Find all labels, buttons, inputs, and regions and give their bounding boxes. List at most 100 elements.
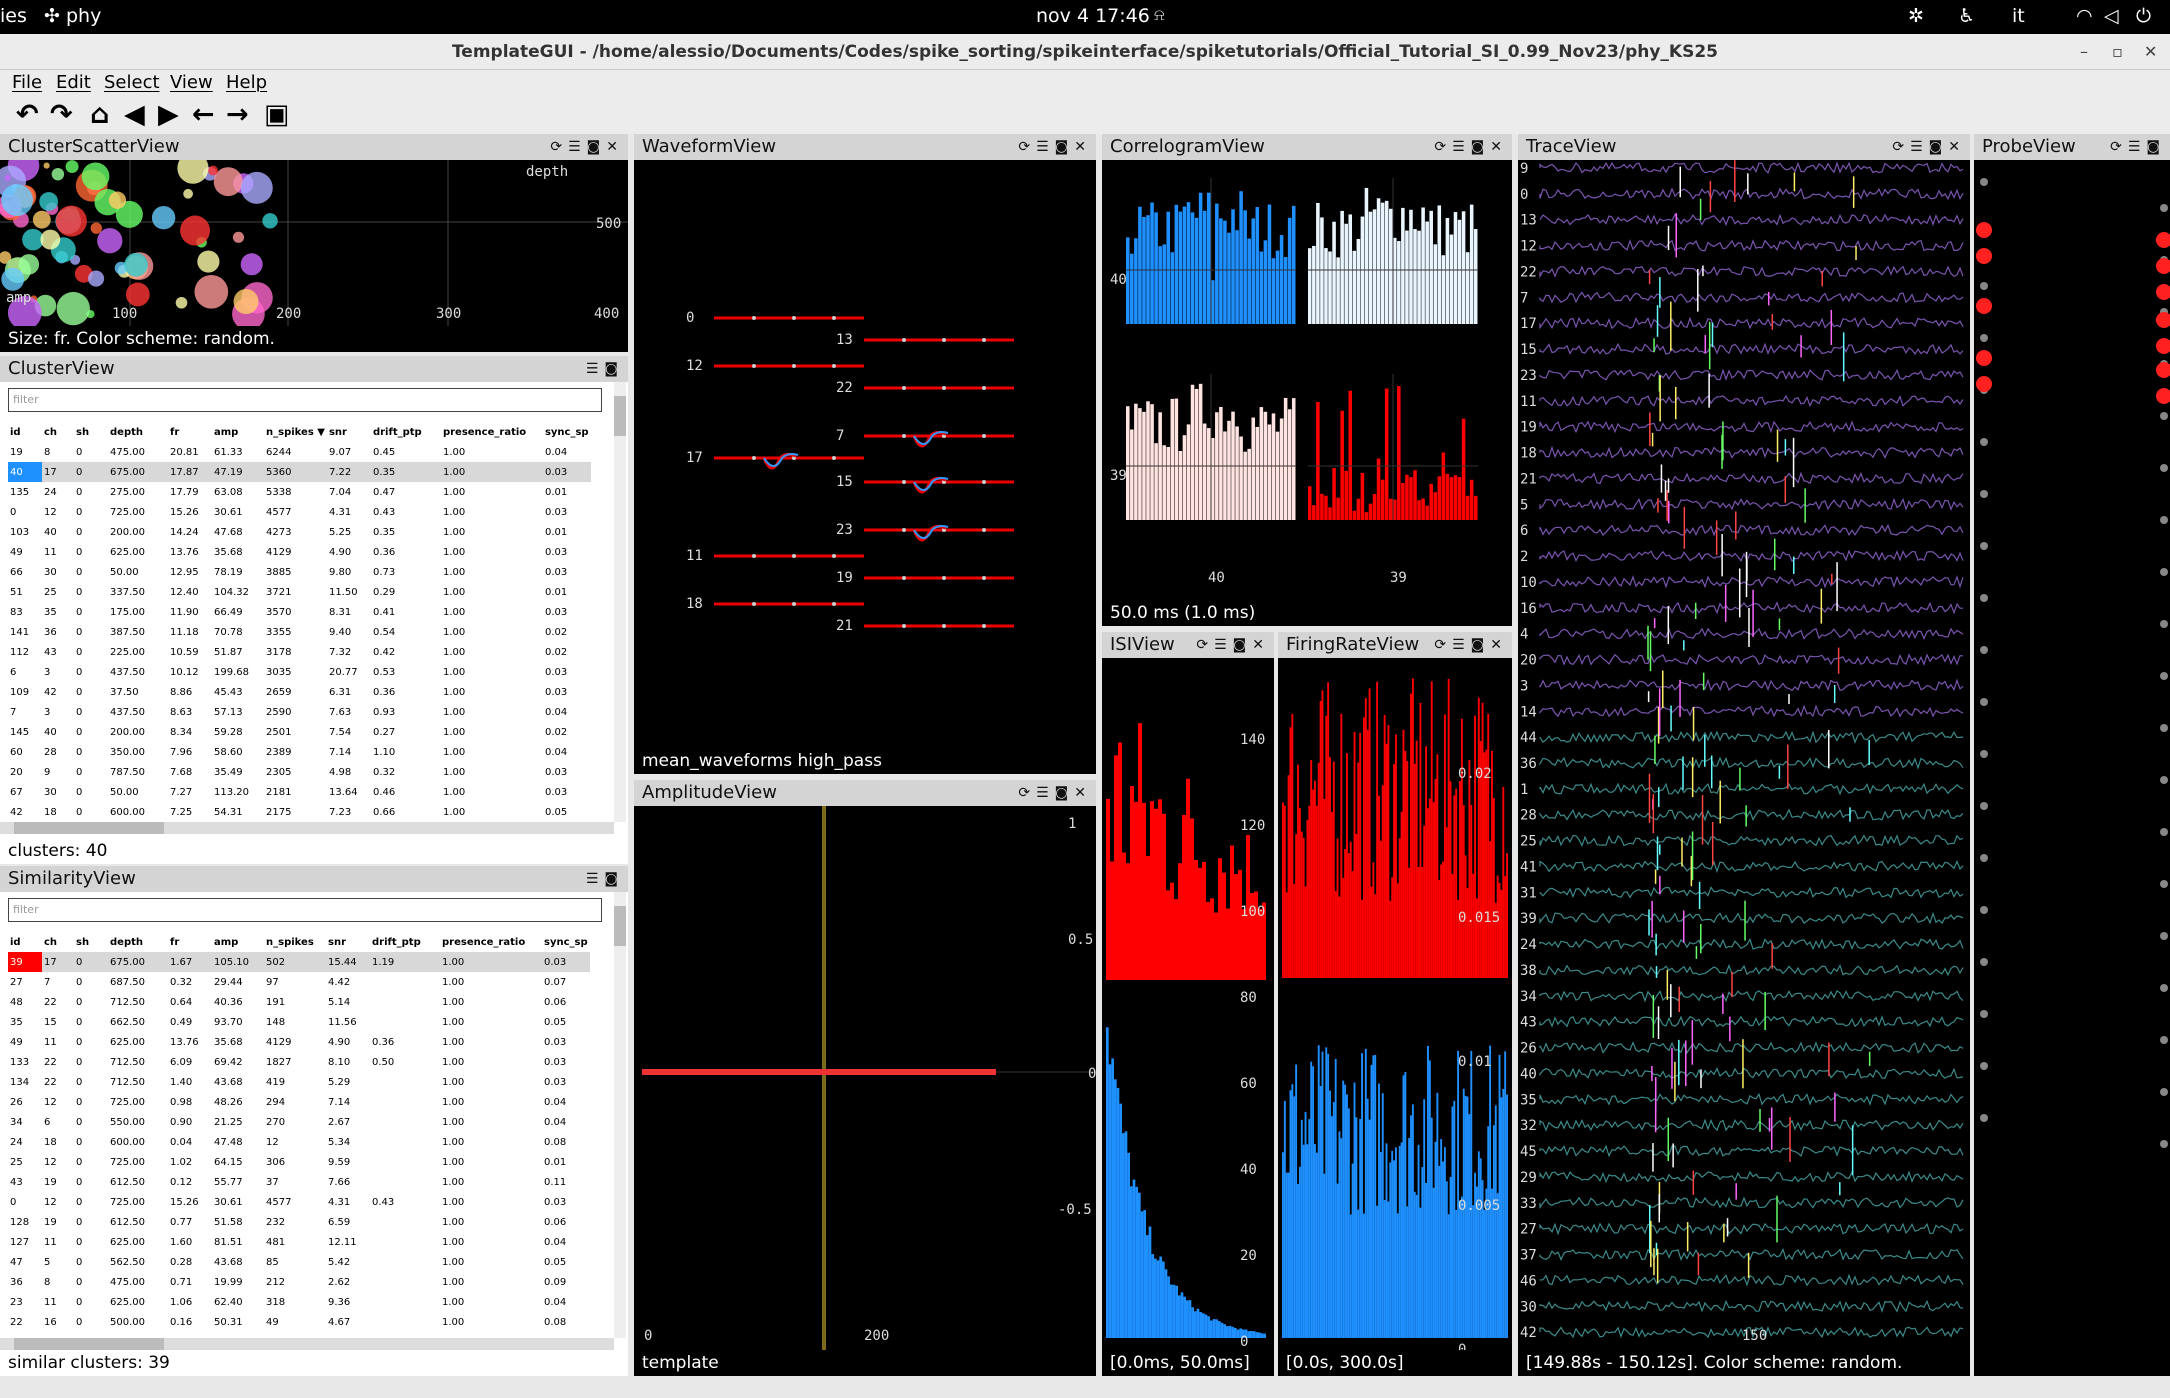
dock-controls[interactable]: ⟳☰◙	[2110, 134, 2166, 160]
column-header[interactable]: drift_ptp	[371, 422, 441, 442]
dock-controls[interactable]: ⟳☰◙✕	[1018, 780, 1092, 806]
dock-controls[interactable]: ☰◙	[586, 356, 624, 382]
scatter-plot[interactable]	[0, 160, 628, 326]
column-header[interactable]: snr	[327, 422, 371, 442]
trace-plot[interactable]: 9013122271715231119182156210164203144436…	[1518, 160, 1970, 1350]
table-row[interactable]: 127 11 0 625.00 1.60 81.51 481 12.11 1.00 0.04	[8, 1232, 590, 1252]
dock-controls[interactable]: ⟳☰◙✕	[550, 134, 624, 160]
table-row[interactable]: 24 18 0 600.00 0.04 47.48 12 5.34 1.00 0.08	[8, 1132, 590, 1152]
wifi-icon[interactable]: ◠	[2076, 5, 2093, 27]
menu-file[interactable]: File	[12, 72, 42, 93]
column-header[interactable]: sh	[74, 422, 108, 442]
column-header[interactable]: id	[8, 932, 42, 952]
column-header[interactable]: amp	[212, 422, 264, 442]
table-row[interactable]: 27 7 0 687.50 0.32 29.44 97 4.42 1.00 0.07	[8, 972, 590, 992]
menu-view[interactable]: View	[170, 72, 213, 93]
power-icon[interactable]: ⏻	[2136, 5, 2151, 27]
table-row[interactable]: 128 19 0 612.50 0.77 51.58 232 6.59 1.00 0.06	[8, 1212, 590, 1232]
amplitude-plot[interactable]	[634, 806, 1096, 1350]
menu-select[interactable]: Select	[104, 72, 160, 93]
accessibility-icon[interactable]: ♿	[1958, 5, 1975, 27]
column-header[interactable]: presence_ratio	[441, 422, 543, 442]
table-row[interactable]: 103 40 0 200.00 14.24 47.68 4273 5.25 0.35 1.00 0.…	[8, 522, 591, 542]
table-row[interactable]: 141 36 0 387.50 11.18 70.78 3355 9.40 0.54 1.00 0.…	[8, 622, 591, 642]
column-header[interactable]: n_spikes ▼	[264, 422, 327, 442]
menu-edit[interactable]: Edit	[56, 72, 91, 93]
home-icon[interactable]: ⌂	[90, 98, 109, 132]
horizontal-scrollbar[interactable]	[0, 1338, 614, 1350]
column-header[interactable]: fr	[168, 422, 212, 442]
table-row[interactable]: 0 12 0 725.00 15.26 30.61 4577 4.31 0.43 1.00 0.03	[8, 502, 591, 522]
table-row[interactable]: 66 30 0 50.00 12.95 78.19 3885 9.80 0.73 1.00 0.03	[8, 562, 591, 582]
column-header[interactable]: ch	[42, 422, 74, 442]
back-circle-icon[interactable]: ◀	[124, 98, 145, 132]
probe-layout[interactable]	[1974, 160, 2170, 1376]
table-row[interactable]: 7 3 0 437.50 8.63 57.13 2590 7.63 0.93 1.00 0.04	[8, 702, 591, 722]
minimize-button[interactable]: –	[2080, 34, 2088, 70]
vertical-scrollbar[interactable]	[614, 382, 626, 822]
table-row[interactable]: 19 8 0 475.00 20.81 61.33 6244 9.07 0.45 1.00 0.04	[8, 442, 591, 462]
column-header[interactable]: id	[8, 422, 42, 442]
dock-controls[interactable]: ⟳☰◙✕	[1434, 134, 1508, 160]
column-header[interactable]: depth	[108, 932, 168, 952]
table-row[interactable]: 34 6 0 550.00 0.90 21.25 270 2.67 1.00 0.04	[8, 1112, 590, 1132]
dock-controls[interactable]: ☰◙	[586, 866, 624, 892]
table-row[interactable]: 49 11 0 625.00 13.76 35.68 4129 4.90 0.36 1.00 0.0…	[8, 542, 591, 562]
table-row[interactable]: 47 5 0 562.50 0.28 43.68 85 5.42 1.00 0.05	[8, 1252, 590, 1272]
column-header[interactable]: presence_ratio	[440, 932, 542, 952]
clock[interactable]: nov 4 17:46	[1036, 5, 1150, 27]
arrow-left-icon[interactable]: ←	[192, 98, 215, 132]
table-row[interactable]: 83 35 0 175.00 11.90 66.49 3570 8.31 0.41 1.00 0.0…	[8, 602, 591, 622]
table-row[interactable]: 112 43 0 225.00 10.59 51.87 3178 7.32 0.42 1.00 0.…	[8, 642, 591, 662]
filter-input[interactable]: filter	[8, 898, 602, 922]
similarity-table[interactable]: id ch sh depth fr amp n_spikes snr drift_ptp pres…	[8, 932, 590, 1332]
table-row[interactable]: 135 24 0 275.00 17.79 63.08 5338 7.04 0.47 1.00 0.…	[8, 482, 591, 502]
table-row[interactable]: 40 17 0 675.00 17.87 47.19 5360 7.22 0.35 1.00 0.0…	[8, 462, 591, 482]
maximize-button[interactable]: ▫	[2112, 34, 2123, 70]
table-row[interactable]: 36 8 0 475.00 0.71 19.99 212 2.62 1.00 0.09	[8, 1272, 590, 1292]
table-row[interactable]: 51 25 0 337.50 12.40 104.32 3721 11.50 0.29 1.00 0…	[8, 582, 591, 602]
table-row[interactable]: 109 42 0 37.50 8.86 45.43 2659 6.31 0.36 1.00 0.03	[8, 682, 591, 702]
table-row[interactable]: 67 30 0 50.00 7.27 113.20 2181 13.64 0.46 1.00 0.0…	[8, 782, 591, 802]
forward-circle-icon[interactable]: ▶	[158, 98, 179, 132]
column-header[interactable]: fr	[168, 932, 212, 952]
bell-icon[interactable]: ⍾	[1154, 5, 1165, 25]
table-row[interactable]: 35 15 0 662.50 0.49 93.70 148 11.56 1.00 0.05	[8, 1012, 590, 1032]
column-header[interactable]: depth	[108, 422, 168, 442]
table-row[interactable]: 25 12 0 725.00 1.02 64.15 306 9.59 1.00 0.01	[8, 1152, 590, 1172]
waveform-plot[interactable]: 0 12 17 11 18 13 22 7 15 23 19 21	[634, 160, 1096, 748]
column-header[interactable]: sync_sp	[542, 932, 590, 952]
redo-icon[interactable]: ↷	[50, 98, 73, 132]
column-header[interactable]: sync_sp	[543, 422, 591, 442]
firing-rate-histogram[interactable]	[1278, 658, 1512, 1350]
table-row[interactable]: 20 9 0 787.50 7.68 35.49 2305 4.98 0.32 1.00 0.03	[8, 762, 591, 782]
dock-controls[interactable]: ⟳☰◙✕	[1018, 134, 1092, 160]
table-row[interactable]: 145 40 0 200.00 8.34 59.28 2501 7.54 0.27 1.00 0.0…	[8, 722, 591, 742]
column-header[interactable]: n_spikes	[264, 932, 326, 952]
table-row[interactable]: 43 19 0 612.50 0.12 55.77 37 7.66 1.00 0.11	[8, 1172, 590, 1192]
correlogram-plot[interactable]	[1102, 160, 1512, 600]
vertical-scrollbar[interactable]	[614, 892, 626, 1338]
dock-controls[interactable]: ⟳☰◙✕	[1434, 632, 1508, 658]
cluster-table[interactable]: id ch sh depth fr amp n_spikes ▼ snr drift_ptp pr…	[8, 422, 591, 822]
table-row[interactable]: 48 22 0 712.50 0.64 40.36 191 5.14 1.00 0.06	[8, 992, 590, 1012]
table-row[interactable]: 133 22 0 712.50 6.09 69.42 1827 8.10 0.50 1.00 0.0…	[8, 1052, 590, 1072]
table-row[interactable]: 0 12 0 725.00 15.26 30.61 4577 4.31 0.43 1.00 0.03	[8, 1192, 590, 1212]
table-row[interactable]: 60 28 0 350.00 7.96 58.60 2389 7.14 1.10 1.00 0.04	[8, 742, 591, 762]
table-row[interactable]: 39 17 0 675.00 1.67 105.10 502 15.44 1.19 1.00 0.0…	[8, 952, 590, 972]
table-row[interactable]: 42 18 0 600.00 7.25 54.31 2175 7.23 0.66 1.00 0.05	[8, 802, 591, 822]
column-header[interactable]: sh	[74, 932, 108, 952]
app-menu[interactable]: ✣ phy	[44, 5, 101, 27]
dock-controls[interactable]: ⟳☰◙✕	[1196, 632, 1270, 658]
tray-icon[interactable]: ✲	[1908, 5, 1924, 27]
table-row[interactable]: 134 22 0 712.50 1.40 43.68 419 5.29 1.00 0.03	[8, 1072, 590, 1092]
activities-label[interactable]: ies	[0, 5, 27, 27]
filter-input[interactable]: filter	[8, 388, 602, 412]
language-indicator[interactable]: it	[2012, 5, 2025, 27]
volume-icon[interactable]: ◁	[2104, 5, 2119, 27]
horizontal-scrollbar[interactable]	[0, 822, 614, 834]
close-window-button[interactable]: ✕	[2144, 34, 2157, 70]
dock-controls[interactable]: ⟳☰◙✕	[1892, 134, 1966, 160]
column-header[interactable]: amp	[212, 932, 264, 952]
table-row[interactable]: 23 11 0 625.00 1.06 62.40 318 9.36 1.00 0.04	[8, 1292, 590, 1312]
